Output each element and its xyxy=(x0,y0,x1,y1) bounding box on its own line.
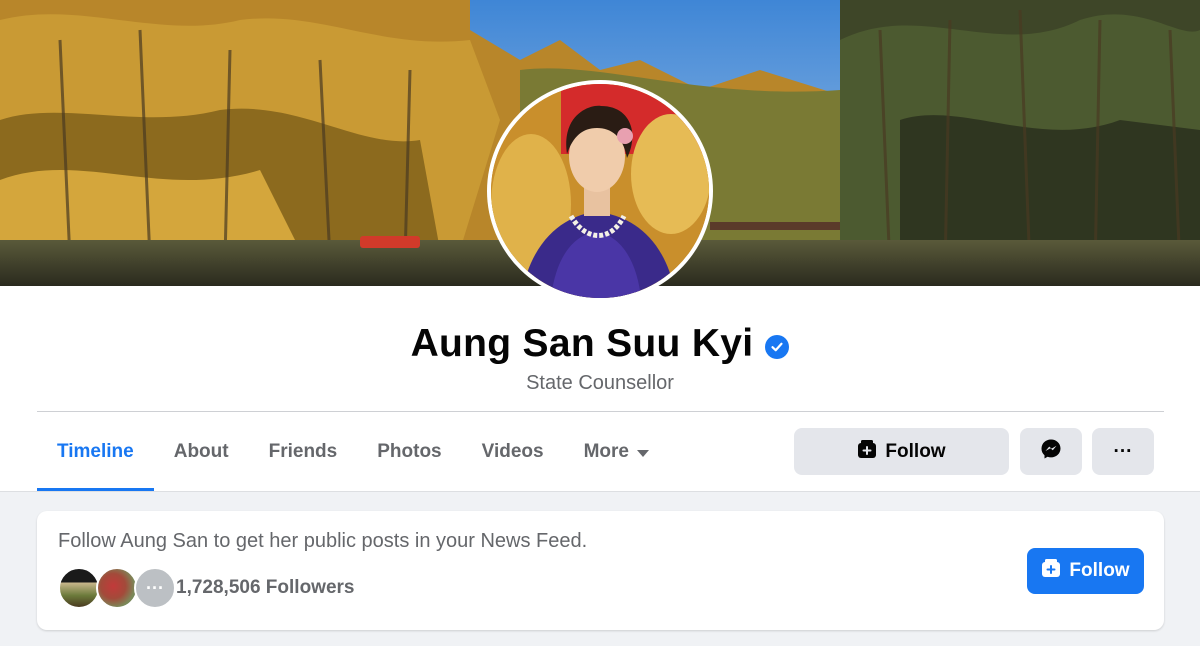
more-options-icon: ··· xyxy=(1113,440,1133,462)
tab-label: About xyxy=(173,441,229,462)
tab-photos[interactable]: Photos xyxy=(357,413,461,491)
follow-icon xyxy=(857,439,877,465)
profile-tabs: Timeline About Friends Photos Videos Mor… xyxy=(37,413,669,491)
more-followers-glyph: ··· xyxy=(146,577,164,598)
profile-name: Aung San Suu Kyi xyxy=(410,322,754,365)
tab-about[interactable]: About xyxy=(154,413,249,491)
verified-badge-icon xyxy=(765,335,790,359)
profile-name-row: Aung San Suu Kyi xyxy=(0,318,1200,370)
profile-picture[interactable] xyxy=(491,84,709,298)
tab-more[interactable]: More xyxy=(564,413,669,491)
card-follow-label: Follow xyxy=(1069,560,1130,581)
follow-button[interactable]: Follow xyxy=(794,428,1009,475)
more-followers-icon[interactable]: ··· xyxy=(134,567,176,609)
card-follow-button[interactable]: Follow xyxy=(1027,548,1144,594)
tab-friends[interactable]: Friends xyxy=(249,413,358,491)
tab-label: Friends xyxy=(268,441,338,462)
messenger-icon xyxy=(1040,438,1062,466)
follower-avatar[interactable] xyxy=(58,567,100,609)
follow-suggestion-card: Follow Aung San to get her public posts … xyxy=(37,511,1164,630)
follow-button-label: Follow xyxy=(885,440,946,462)
tab-label: Photos xyxy=(377,441,442,462)
follower-avatars[interactable]: ··· xyxy=(58,567,176,609)
header-divider xyxy=(37,411,1164,412)
profile-subtitle: State Counsellor xyxy=(526,372,674,394)
message-button[interactable] xyxy=(1020,428,1082,475)
caret-down-icon xyxy=(637,449,649,457)
profile-portrait xyxy=(491,84,709,298)
tab-videos[interactable]: Videos xyxy=(462,413,564,491)
follow-suggestion-text: Follow Aung San to get her public posts … xyxy=(58,530,588,552)
tab-label: Videos xyxy=(481,441,544,462)
tab-label: More xyxy=(583,441,629,462)
follow-icon xyxy=(1041,558,1061,584)
tab-label: Timeline xyxy=(57,441,134,462)
follower-avatar[interactable] xyxy=(96,567,138,609)
followers-count[interactable]: 1,728,506 Followers xyxy=(176,577,355,599)
more-options-button[interactable]: ··· xyxy=(1092,428,1154,475)
profile-picture-frame[interactable] xyxy=(487,80,713,302)
tab-timeline[interactable]: Timeline xyxy=(37,413,154,491)
